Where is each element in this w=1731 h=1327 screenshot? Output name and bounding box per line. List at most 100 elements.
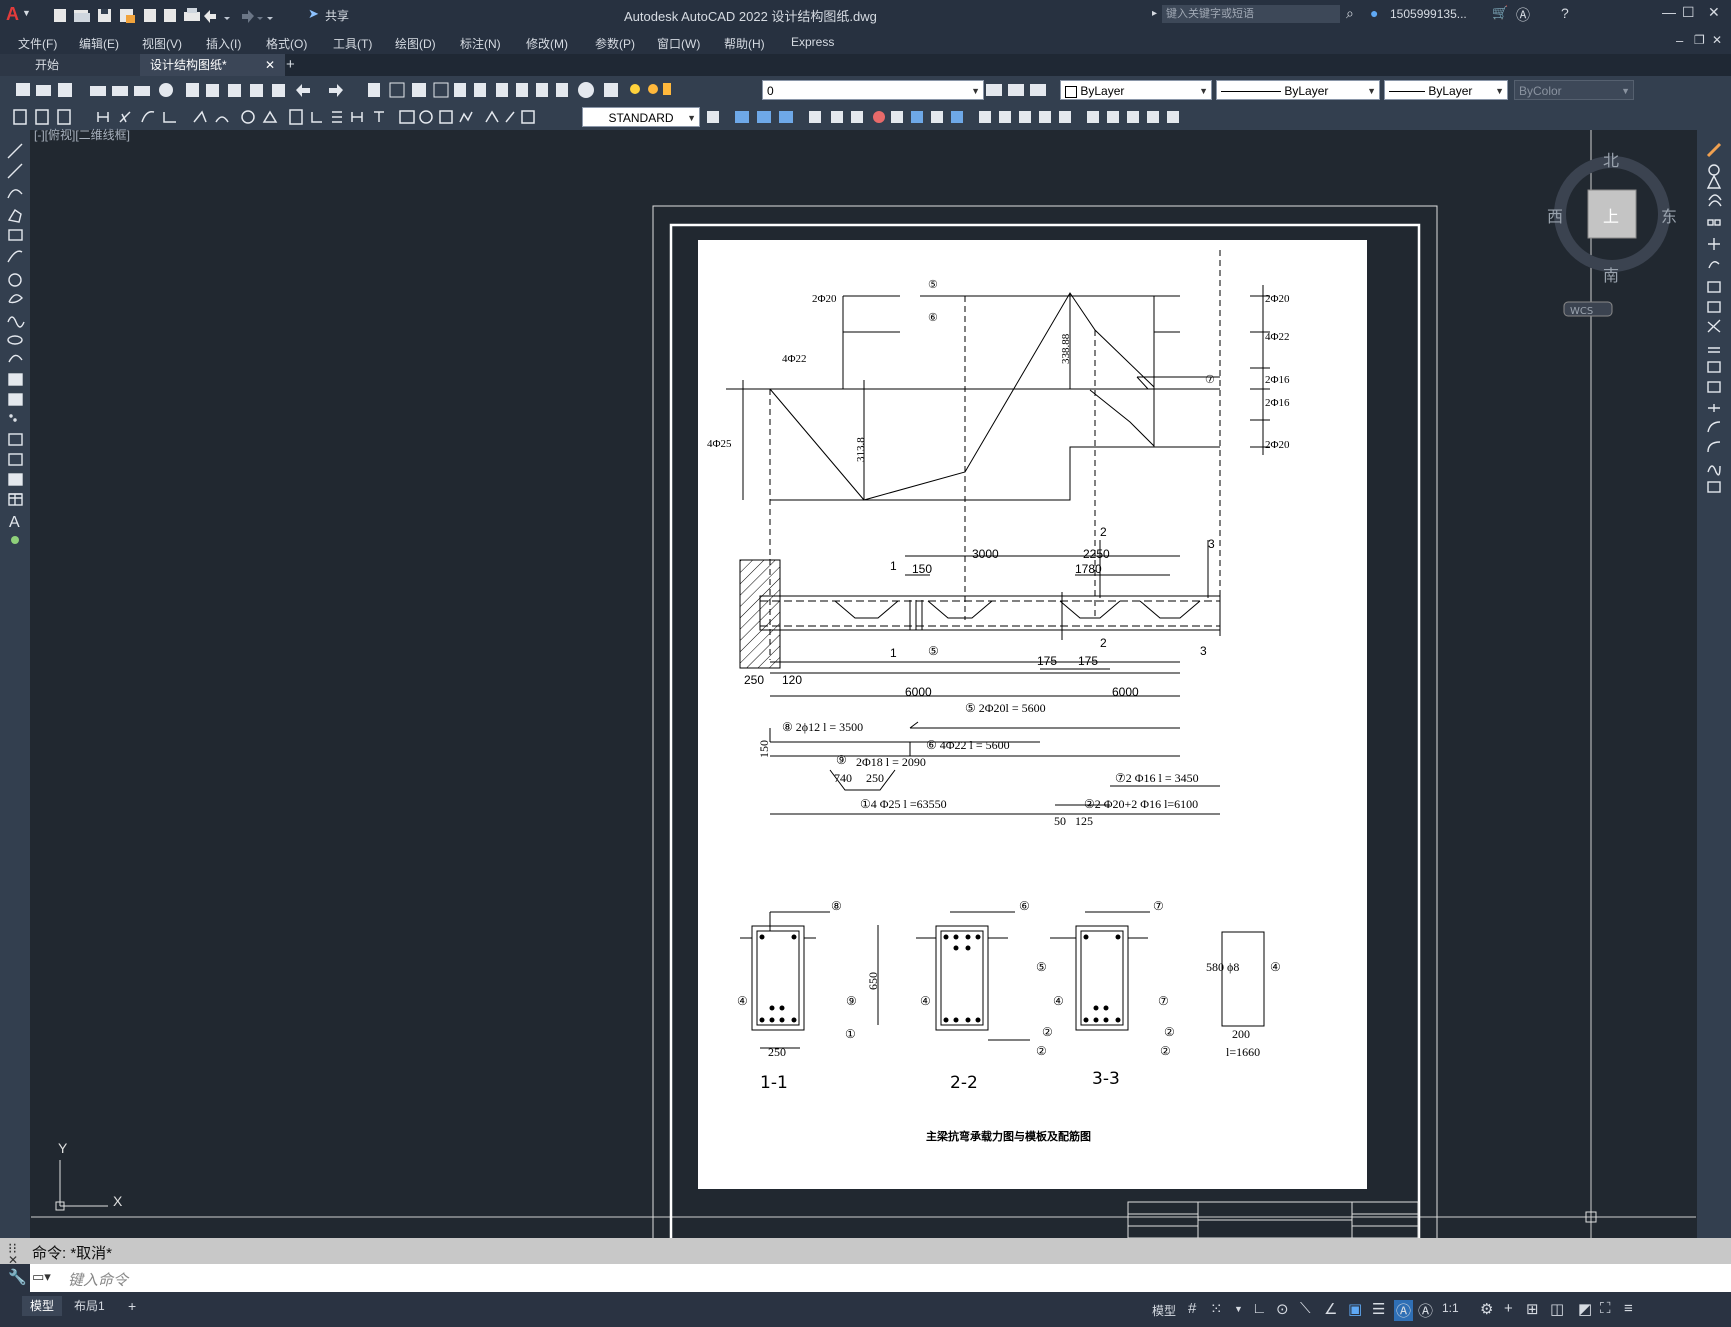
autocad-logo-icon[interactable]: A bbox=[6, 4, 19, 25]
menu-insert[interactable]: 插入(I) bbox=[206, 35, 241, 52]
plotstyle-dropdown[interactable]: ByColor ▼ bbox=[1514, 80, 1634, 100]
dim-50: 50 bbox=[1054, 814, 1066, 828]
polar-icon[interactable]: ⊙ bbox=[1276, 1300, 1289, 1318]
draw-tools-icons[interactable]: A bbox=[6, 142, 26, 612]
close-button[interactable]: ✕ bbox=[1708, 4, 1720, 21]
menu-express[interactable]: Express bbox=[791, 35, 834, 49]
menu-parametric[interactable]: 参数(P) bbox=[595, 35, 635, 52]
lineweight-icon[interactable]: ☰ bbox=[1372, 1300, 1385, 1318]
viewcube-top-face: 上 bbox=[1603, 207, 1619, 226]
plus-icon[interactable]: + bbox=[1504, 1300, 1513, 1317]
doc-close-button[interactable]: ✕ bbox=[1712, 33, 1722, 47]
user-icon[interactable]: ● bbox=[1370, 5, 1378, 21]
menu-view[interactable]: 视图(V) bbox=[142, 35, 182, 52]
tab-model[interactable]: 模型 bbox=[22, 1296, 63, 1316]
standard-toolbar-icons[interactable] bbox=[8, 80, 673, 100]
color-dropdown[interactable]: ByLayer ▼ bbox=[1060, 80, 1212, 100]
recent-commands-icon[interactable]: ▭▾ bbox=[32, 1269, 51, 1285]
tab-start[interactable]: 开始 bbox=[0, 54, 145, 76]
ucs-icon bbox=[55, 1160, 108, 1211]
drawing-canvas[interactable]: 2Φ20 4Φ22 4Φ25 2Φ20 4Φ22 2Φ16 2Φ16 2Φ20 … bbox=[31, 130, 1696, 1238]
cart-icon[interactable]: 🛒 bbox=[1492, 5, 1508, 21]
menu-file[interactable]: 文件(F) bbox=[18, 35, 57, 52]
doc-minimize-button[interactable]: – bbox=[1676, 33, 1683, 48]
wrench-icon[interactable]: 🔧 bbox=[8, 1268, 27, 1286]
menu-draw[interactable]: 绘图(D) bbox=[395, 35, 436, 52]
layer-value: 0 bbox=[767, 84, 774, 98]
autoscale-icon[interactable]: Ⓐ bbox=[1418, 1300, 1433, 1321]
chevron-down-icon: ▼ bbox=[1621, 86, 1630, 96]
plotstyle-value: ByColor bbox=[1519, 84, 1562, 98]
label-4phi22-right: 4Φ22 bbox=[1265, 331, 1290, 343]
menu-tools[interactable]: 工具(T) bbox=[333, 35, 372, 52]
chevron-down-icon[interactable]: ▼ bbox=[1234, 1304, 1243, 1314]
maximize-button[interactable]: ☐ bbox=[1682, 4, 1695, 21]
grid-icon[interactable]: # bbox=[1188, 1300, 1196, 1317]
chevron-down-icon[interactable]: ▼ bbox=[22, 8, 31, 18]
dim-338-88: 338.88 bbox=[1060, 333, 1072, 364]
doc-restore-button[interactable]: ❐ bbox=[1694, 33, 1705, 47]
layer-dropdown[interactable]: 0 ▼ bbox=[762, 80, 984, 100]
bar-9-label: 2Φ18 l = 2090 bbox=[856, 755, 926, 769]
minimize-button[interactable]: — bbox=[1662, 4, 1676, 20]
dim-3000: 3000 bbox=[972, 547, 999, 561]
linetype-dropdown[interactable]: ByLayer ▼ bbox=[1216, 80, 1380, 100]
viewcube[interactable] bbox=[1554, 156, 1670, 317]
chevron-right-icon[interactable]: ▸ bbox=[1152, 8, 1157, 19]
chevron-down-icon: ▼ bbox=[1367, 86, 1376, 96]
new-tab-button[interactable]: + bbox=[276, 54, 305, 76]
menu-help[interactable]: 帮助(H) bbox=[724, 35, 765, 52]
modify-tools-icons[interactable] bbox=[1705, 142, 1725, 542]
model-space-button[interactable]: 模型 bbox=[1152, 1302, 1176, 1319]
help-search-input[interactable]: 键入关键字或短语 bbox=[1162, 5, 1340, 23]
hardware-acceleration-icon[interactable]: ◫ bbox=[1550, 1300, 1564, 1318]
layer-tools-icons[interactable] bbox=[986, 80, 1056, 100]
viewcube-east: 东 bbox=[1661, 207, 1677, 226]
command-input[interactable]: 键入命令 bbox=[68, 1269, 128, 1290]
help-icon[interactable]: ? bbox=[1561, 5, 1569, 21]
add-layout-button[interactable]: + bbox=[120, 1296, 144, 1316]
ortho-icon[interactable]: ∟ bbox=[1252, 1300, 1267, 1317]
label-2phi16-b: 2Φ16 bbox=[1265, 397, 1290, 409]
share-icon[interactable]: ➤ bbox=[308, 6, 319, 22]
dim-125: 125 bbox=[1075, 814, 1093, 828]
gear-icon[interactable]: ⚙ bbox=[1480, 1300, 1493, 1318]
close-tab-icon[interactable]: ✕ bbox=[265, 54, 275, 76]
section-mark-2-top: 2 bbox=[1100, 525, 1107, 539]
user-name[interactable]: 1505999135... bbox=[1390, 7, 1467, 21]
menu-edit[interactable]: 编辑(E) bbox=[79, 35, 119, 52]
snap-icon[interactable]: ⁙ bbox=[1210, 1300, 1223, 1318]
tab-layout1[interactable]: 布局1 bbox=[66, 1296, 113, 1316]
section-circle-4-a: ④ bbox=[737, 994, 748, 1008]
text-style-dropdown[interactable]: STANDARD ▼ bbox=[582, 107, 700, 127]
object-snap-tracking-icon[interactable]: ∠ bbox=[1324, 1300, 1337, 1318]
menu-format[interactable]: 格式(O) bbox=[266, 35, 307, 52]
object-snap-icon[interactable]: ▣ bbox=[1348, 1300, 1362, 1318]
clean-screen-icon[interactable]: ⛶ bbox=[1600, 1300, 1611, 1317]
search-icon[interactable]: ⌕ bbox=[1346, 5, 1354, 22]
svg-text:A: A bbox=[9, 514, 20, 531]
menu-modify[interactable]: 修改(M) bbox=[526, 35, 568, 52]
command-history: ⁝⁝ ✕ 命令: *取消* bbox=[0, 1238, 1731, 1267]
share-button[interactable]: 共享 bbox=[325, 7, 349, 24]
menu-dimension[interactable]: 标注(N) bbox=[460, 35, 501, 52]
modify-toolbar-icons[interactable] bbox=[705, 108, 1215, 126]
annotation-visibility-icon[interactable]: Ⓐ bbox=[1394, 1300, 1414, 1321]
quick-access-toolbar[interactable] bbox=[52, 6, 352, 26]
lineweight-dropdown[interactable]: ByLayer ▼ bbox=[1384, 80, 1508, 100]
autodesk-a360-icon[interactable]: Ⓐ bbox=[1516, 5, 1530, 25]
isodraft-icon[interactable]: ⟍ bbox=[1300, 1300, 1311, 1317]
isolate-objects-icon[interactable]: ◩ bbox=[1578, 1300, 1592, 1318]
dim-120: 120 bbox=[782, 673, 802, 687]
circle-5: ⑤ bbox=[928, 279, 938, 291]
bar-5-label: ⑤ 2Φ20l = 5600 bbox=[965, 701, 1046, 715]
units-icon[interactable]: ⊞ bbox=[1526, 1300, 1539, 1318]
annotation-scale[interactable]: 1:1 bbox=[1442, 1301, 1459, 1315]
ucs-y-label: Y bbox=[58, 1140, 68, 1156]
tab-drawing[interactable]: 设计结构图纸* ✕ bbox=[140, 54, 285, 76]
dimension-toolbar-icons[interactable] bbox=[8, 108, 578, 126]
bar-6-label: ⑥ 4Φ22 l = 5600 bbox=[926, 738, 1010, 752]
menu-window[interactable]: 窗口(W) bbox=[657, 35, 700, 52]
customization-icon[interactable]: ≡ bbox=[1624, 1300, 1633, 1317]
dim-150-vertical: 150 bbox=[757, 740, 771, 758]
